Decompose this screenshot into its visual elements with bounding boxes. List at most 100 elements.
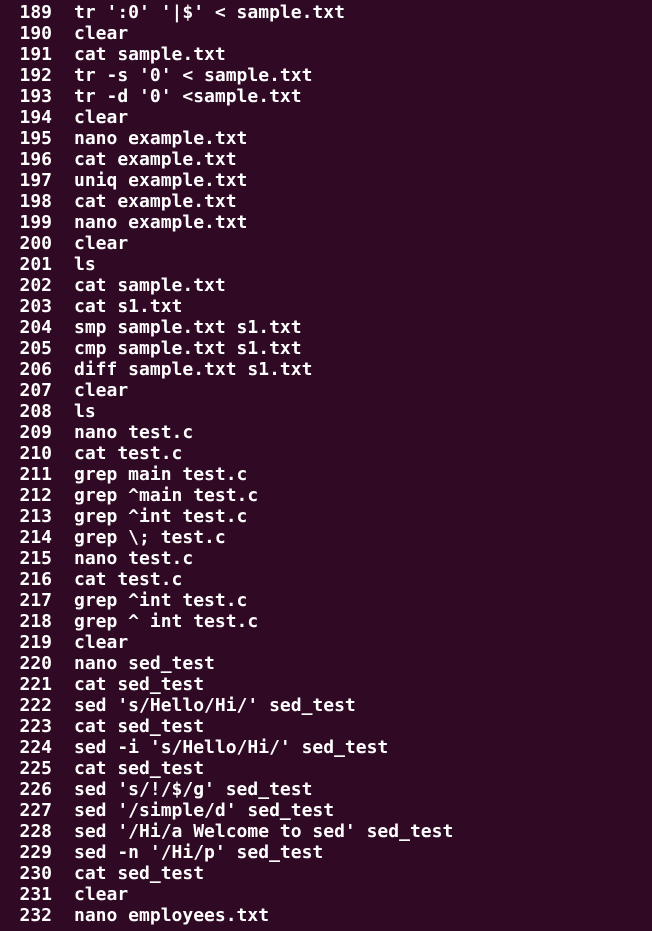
history-line-number: 218: [19, 611, 52, 632]
history-line: 216 cat test.c: [0, 569, 652, 590]
history-line-command: cat test.c: [74, 569, 183, 590]
history-line-number: 191: [19, 44, 52, 65]
history-line-command: cat example.txt: [74, 191, 237, 212]
history-line-number: 194: [19, 107, 52, 128]
history-line-number: 193: [19, 86, 52, 107]
history-line-number: 203: [19, 296, 52, 317]
history-line-command: sed 's/Hello/Hi/' sed_test: [74, 695, 356, 716]
history-line: 209 nano test.c: [0, 422, 652, 443]
history-line: 228 sed '/Hi/a Welcome to sed' sed_test: [0, 821, 652, 842]
history-line-command: cat s1.txt: [74, 296, 183, 317]
history-line-command: tr ':0' '|$' < sample.txt: [74, 2, 345, 23]
history-line: 220 nano sed_test: [0, 653, 652, 674]
history-line: 223 cat sed_test: [0, 716, 652, 737]
history-line: 222 sed 's/Hello/Hi/' sed_test: [0, 695, 652, 716]
history-line: 212 grep ^main test.c: [0, 485, 652, 506]
history-line-command: cat sed_test: [74, 674, 205, 695]
history-line-command: sed 's/!/$/g' sed_test: [74, 779, 313, 800]
history-line: 205 cmp sample.txt s1.txt: [0, 338, 652, 359]
history-line-command: nano test.c: [74, 422, 194, 443]
history-line: 217 grep ^int test.c: [0, 590, 652, 611]
history-line-number: 215: [19, 548, 52, 569]
history-line: 224 sed -i 's/Hello/Hi/' sed_test: [0, 737, 652, 758]
history-line-command: sed -i 's/Hello/Hi/' sed_test: [74, 737, 389, 758]
history-line: 208 ls: [0, 401, 652, 422]
history-line: 189 tr ':0' '|$' < sample.txt: [0, 2, 652, 23]
history-line-number: 229: [19, 842, 52, 863]
history-line-number: 201: [19, 254, 52, 275]
history-line: 207 clear: [0, 380, 652, 401]
history-line-number: 217: [19, 590, 52, 611]
history-line-number: 196: [19, 149, 52, 170]
history-line: 198 cat example.txt: [0, 191, 652, 212]
history-line-number: 192: [19, 65, 52, 86]
history-line: 229 sed -n '/Hi/p' sed_test: [0, 842, 652, 863]
history-line-command: grep main test.c: [74, 464, 248, 485]
history-line: 211 grep main test.c: [0, 464, 652, 485]
history-line: 194 clear: [0, 107, 652, 128]
history-line-number: 224: [19, 737, 52, 758]
history-line-command: grep ^int test.c: [74, 590, 248, 611]
history-line-command: cat sed_test: [74, 758, 205, 779]
history-line-command: uniq example.txt: [74, 170, 248, 191]
history-line-number: 211: [19, 464, 52, 485]
history-line-number: 190: [19, 23, 52, 44]
history-line-command: sed '/simple/d' sed_test: [74, 800, 335, 821]
history-line-number: 227: [19, 800, 52, 821]
history-line: 201 ls: [0, 254, 652, 275]
history-line-command: nano example.txt: [74, 128, 248, 149]
history-line-command: grep ^ int test.c: [74, 611, 259, 632]
history-line: 193 tr -d '0' <sample.txt: [0, 86, 652, 107]
history-line-number: 225: [19, 758, 52, 779]
history-line-command: tr -d '0' <sample.txt: [74, 86, 302, 107]
history-line: 190 clear: [0, 23, 652, 44]
history-line: 219 clear: [0, 632, 652, 653]
history-line-number: 207: [19, 380, 52, 401]
terminal-window[interactable]: 189 tr ':0' '|$' < sample.txt 190 clear 191 c…: [0, 0, 652, 931]
history-line-number: 202: [19, 275, 52, 296]
history-line-number: 222: [19, 695, 52, 716]
history-line-number: 213: [19, 506, 52, 527]
history-line: 192 tr -s '0' < sample.txt: [0, 65, 652, 86]
history-line-number: 197: [19, 170, 52, 191]
history-line: 203 cat s1.txt: [0, 296, 652, 317]
history-line-command: clear: [74, 107, 129, 128]
history-line-command: clear: [74, 380, 129, 401]
history-line-command: diff sample.txt s1.txt: [74, 359, 313, 380]
history-line-number: 220: [19, 653, 52, 674]
history-line: 221 cat sed_test: [0, 674, 652, 695]
history-line: 199 nano example.txt: [0, 212, 652, 233]
history-line: 191 cat sample.txt: [0, 44, 652, 65]
history-line: 213 grep ^int test.c: [0, 506, 652, 527]
history-line-command: tr -s '0' < sample.txt: [74, 65, 313, 86]
history-line-command: ls: [74, 401, 96, 422]
history-line-command: sed '/Hi/a Welcome to sed' sed_test: [74, 821, 454, 842]
history-line: 197 uniq example.txt: [0, 170, 652, 191]
history-line-command: sed -n '/Hi/p' sed_test: [74, 842, 324, 863]
history-line-command: clear: [74, 884, 129, 905]
history-line-number: 226: [19, 779, 52, 800]
history-line-command: clear: [74, 632, 129, 653]
history-line-number: 230: [19, 863, 52, 884]
history-line-number: 200: [19, 233, 52, 254]
history-line: 232 nano employees.txt: [0, 905, 652, 926]
history-line-number: 212: [19, 485, 52, 506]
history-line-number: 206: [19, 359, 52, 380]
history-line: 214 grep \; test.c: [0, 527, 652, 548]
history-line-command: cat test.c: [74, 443, 183, 464]
history-line: 196 cat example.txt: [0, 149, 652, 170]
history-line-command: grep \; test.c: [74, 527, 226, 548]
history-line-command: clear: [74, 23, 129, 44]
history-line-command: clear: [74, 233, 129, 254]
history-line-command: nano employees.txt: [74, 905, 270, 926]
history-line-number: 199: [19, 212, 52, 233]
history-line-command: nano test.c: [74, 548, 194, 569]
history-line-number: 231: [19, 884, 52, 905]
history-line: 218 grep ^ int test.c: [0, 611, 652, 632]
history-line: 210 cat test.c: [0, 443, 652, 464]
history-line: 226 sed 's/!/$/g' sed_test: [0, 779, 652, 800]
history-line: 202 cat sample.txt: [0, 275, 652, 296]
history-line-command: smp sample.txt s1.txt: [74, 317, 302, 338]
history-line-command: cat sample.txt: [74, 275, 226, 296]
history-line-number: 208: [19, 401, 52, 422]
